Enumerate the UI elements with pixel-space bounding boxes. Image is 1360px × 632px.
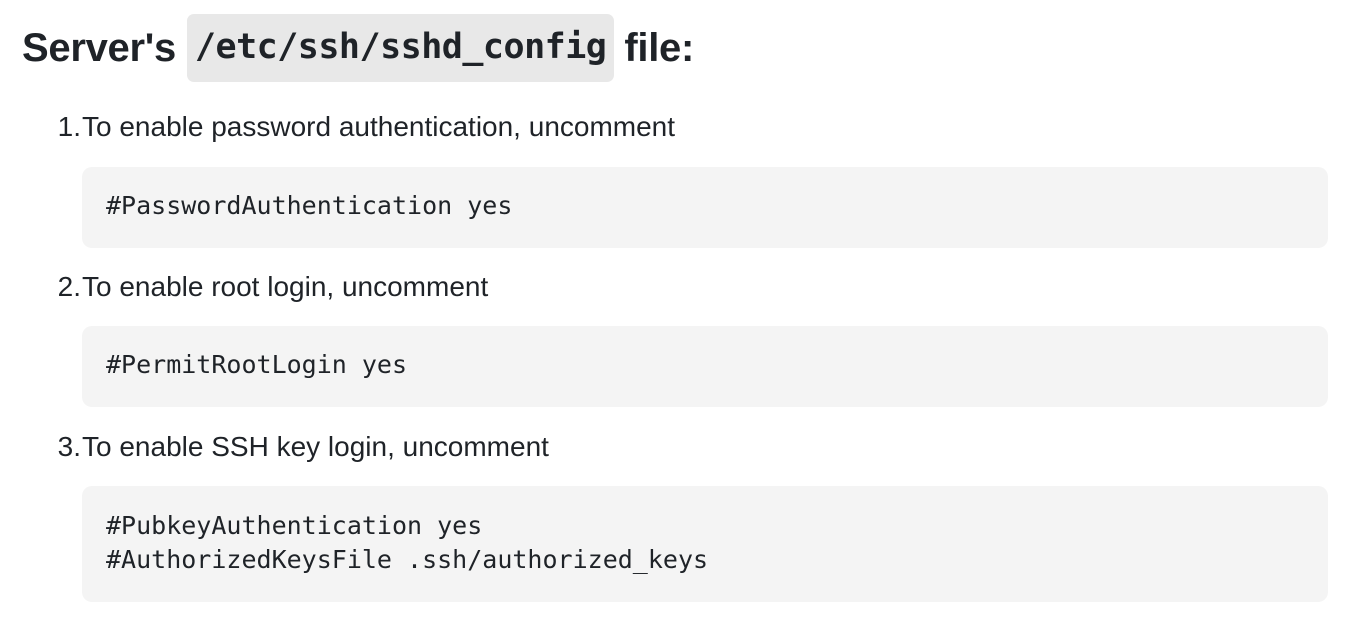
- step-line: 3. To enable SSH key login, uncomment: [22, 427, 1328, 467]
- code-block: #PasswordAuthentication yes: [82, 167, 1328, 248]
- title-prefix: Server's: [22, 26, 176, 70]
- list-item: 3. To enable SSH key login, uncomment #P…: [22, 427, 1328, 602]
- step-number: 1.: [57, 111, 81, 142]
- step-text: To enable root login, uncomment: [82, 271, 489, 302]
- title-file-path: /etc/ssh/sshd_config: [186, 14, 615, 82]
- step-number: 3.: [57, 431, 81, 462]
- step-line: 1. To enable password authentication, un…: [22, 107, 1328, 147]
- code-line: #PasswordAuthentication yes: [106, 191, 513, 220]
- code-line: #PubkeyAuthentication yes: [106, 511, 483, 540]
- code-block: #PubkeyAuthentication yes #AuthorizedKey…: [82, 486, 1328, 602]
- page-title: Server's /etc/ssh/sshd_config file:: [22, 14, 1328, 82]
- code-line: #PermitRootLogin yes: [106, 350, 408, 379]
- document: Server's /etc/ssh/sshd_config file:: [22, 14, 1328, 82]
- list-item: 1. To enable password authentication, un…: [22, 107, 1328, 248]
- list-item: 2. To enable root login, uncomment #Perm…: [22, 267, 1328, 407]
- code-line: #AuthorizedKeysFile .ssh/authorized_keys: [106, 545, 709, 574]
- step-text: To enable SSH key login, uncomment: [82, 431, 549, 462]
- step-number: 2.: [57, 271, 81, 302]
- code-block: #PermitRootLogin yes: [82, 326, 1328, 407]
- step-line: 2. To enable root login, uncomment: [22, 267, 1328, 307]
- step-text: To enable password authentication, uncom…: [82, 111, 676, 142]
- title-suffix: file:: [624, 26, 694, 70]
